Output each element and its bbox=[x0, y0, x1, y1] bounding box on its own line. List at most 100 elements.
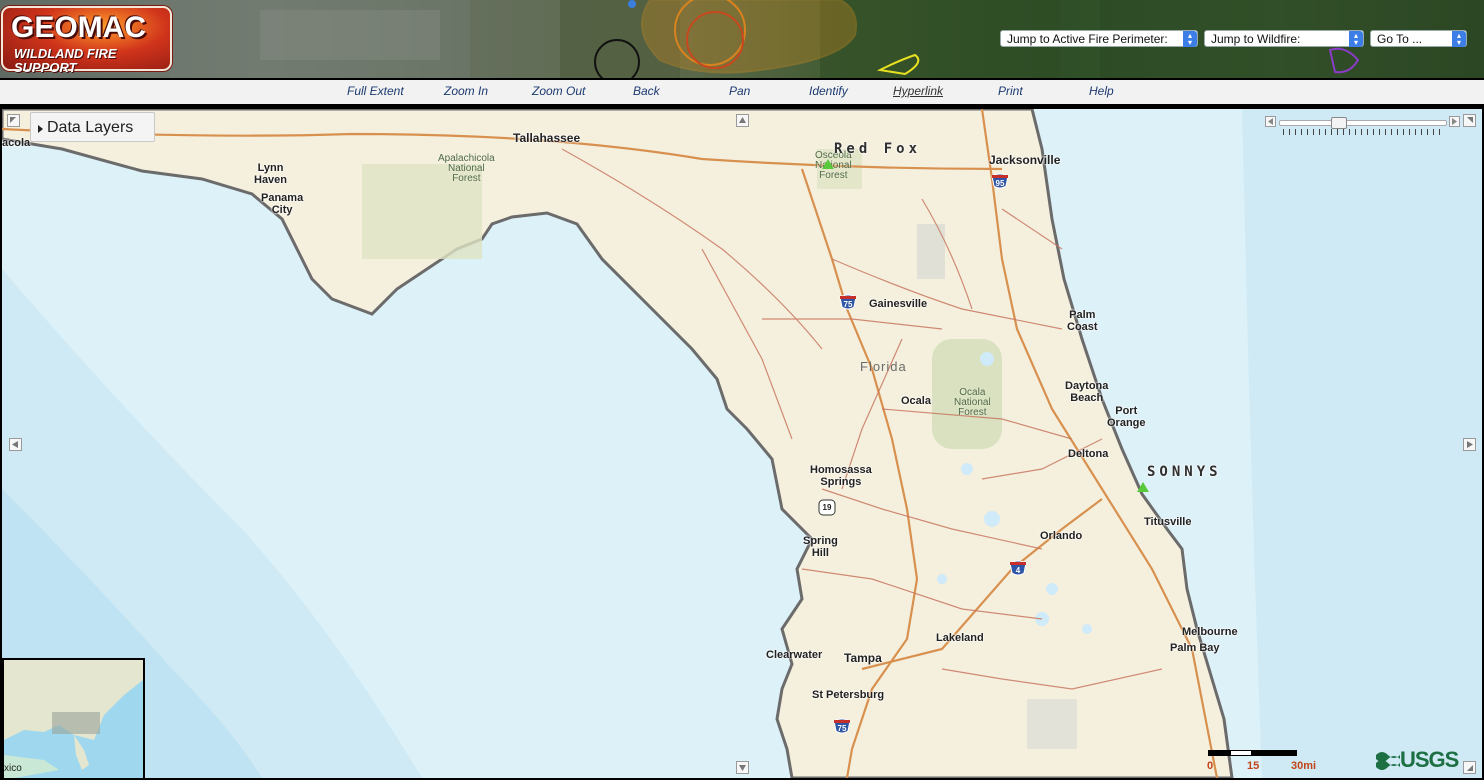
city-gainesville: Gainesville bbox=[869, 298, 928, 310]
us-highway-shield-icon: 19 bbox=[818, 499, 836, 516]
zoom-slider-thumb[interactable] bbox=[1331, 117, 1347, 129]
zoom-slider-track[interactable] bbox=[1279, 120, 1447, 126]
select-arrows-icon: ▴ ▾ bbox=[1452, 31, 1466, 47]
scale-label-15: 15 bbox=[1247, 760, 1260, 772]
arrow-northwest-icon bbox=[10, 117, 16, 123]
forest-label-ocala: Ocala National Forest bbox=[954, 387, 991, 418]
pan-northwest-button[interactable] bbox=[7, 114, 20, 127]
usgs-wave-icon bbox=[1376, 752, 1400, 770]
fire-label-sonnys[interactable]: SONNYS bbox=[1147, 465, 1222, 479]
city-spring-hill: Spring Hill bbox=[803, 535, 838, 559]
usgs-logo[interactable]: USGS bbox=[1376, 746, 1466, 776]
arrow-right-icon bbox=[1467, 441, 1473, 448]
select-arrows-icon: ▴ ▾ bbox=[1349, 31, 1363, 47]
city-tallahassee: Tallahassee bbox=[513, 131, 581, 145]
expand-triangle-icon bbox=[38, 125, 43, 133]
overview-extent-box bbox=[52, 712, 100, 734]
city-tampa: Tampa bbox=[844, 651, 882, 665]
us-highway-number: 19 bbox=[822, 503, 832, 512]
city-palm-bay: Palm Bay bbox=[1170, 642, 1220, 654]
state-label-florida: Florida bbox=[860, 359, 907, 374]
wildfire-select[interactable]: Jump to Wildfire: ▴ ▾ bbox=[1204, 30, 1364, 47]
usgs-logo-text: USGS bbox=[1400, 747, 1459, 772]
go-to-select[interactable]: Go To ... ▴ ▾ bbox=[1370, 30, 1467, 47]
scale-label-30mi: 30mi bbox=[1291, 760, 1317, 772]
city-lakeland: Lakeland bbox=[936, 632, 984, 644]
overview-map[interactable]: xico bbox=[2, 658, 145, 778]
pan-tool[interactable]: Pan bbox=[729, 83, 750, 99]
forest-label-apalachicola: Apalachicola National Forest bbox=[438, 153, 495, 184]
scale-segment bbox=[1230, 750, 1252, 756]
zoom-slider-ticks bbox=[1283, 129, 1443, 135]
arrow-up-icon bbox=[739, 117, 746, 123]
city-orlando: Orlando bbox=[1040, 530, 1083, 542]
city-melbourne: Melbourne bbox=[1182, 626, 1238, 638]
help-tool[interactable]: Help bbox=[1089, 83, 1114, 99]
interstate-shield-icon: 75 bbox=[839, 294, 857, 311]
wildfire-select-value: Jump to Wildfire: bbox=[1211, 32, 1301, 46]
fire-marker-icon[interactable] bbox=[822, 159, 834, 169]
active-fire-perimeter-select-value: Jump to Active Fire Perimeter: bbox=[1007, 32, 1168, 46]
go-to-select-value: Go To ... bbox=[1377, 32, 1423, 46]
active-fire-perimeter-select[interactable]: Jump to Active Fire Perimeter: ▴ ▾ bbox=[1000, 30, 1198, 47]
logo-title: GEOMAC bbox=[11, 11, 146, 44]
header-banner: GEOMAC WILDLAND FIRE SUPPORT Jump to Act… bbox=[0, 0, 1484, 78]
scale-segment bbox=[1208, 750, 1230, 756]
arrow-northeast-icon bbox=[1467, 117, 1473, 123]
logo-subtitle: WILDLAND FIRE SUPPORT bbox=[14, 46, 117, 75]
print-tool[interactable]: Print bbox=[998, 83, 1023, 99]
data-layers-label: Data Layers bbox=[47, 119, 134, 136]
full-extent-tool[interactable]: Full Extent bbox=[347, 83, 404, 99]
interstate-shield-icon: 75 bbox=[833, 718, 851, 735]
pan-east-button[interactable] bbox=[1463, 438, 1476, 451]
interstate-shield-icon: 4 bbox=[1009, 560, 1027, 577]
zoom-out-tool[interactable]: Zoom Out bbox=[532, 83, 585, 99]
select-arrows-icon: ▴ ▾ bbox=[1183, 31, 1197, 47]
scale-segment bbox=[1252, 750, 1297, 756]
arrow-right-icon bbox=[1452, 118, 1457, 125]
map-toolbar: Full Extent Zoom In Zoom Out Back Pan Id… bbox=[0, 78, 1484, 104]
city-daytona-beach: Daytona Beach bbox=[1065, 380, 1109, 404]
arrow-down-icon bbox=[739, 765, 746, 771]
city-homosassa-springs: Homosassa Springs bbox=[810, 464, 872, 488]
pan-south-button[interactable] bbox=[736, 761, 749, 774]
overview-basemap bbox=[4, 660, 143, 778]
zoom-slider[interactable] bbox=[1265, 116, 1461, 140]
pan-northeast-button[interactable] bbox=[1463, 114, 1476, 127]
identify-tool[interactable]: Identify bbox=[809, 83, 848, 99]
basemap bbox=[2, 109, 1482, 778]
city-port-orange: Port Orange bbox=[1107, 405, 1146, 429]
interstate-number: 4 bbox=[1015, 566, 1021, 575]
fire-label-red-fox[interactable]: Red Fox bbox=[834, 142, 921, 156]
zoom-slider-right-button[interactable] bbox=[1449, 116, 1460, 127]
pan-north-button[interactable] bbox=[736, 114, 749, 127]
city-lynn-haven: Lynn Haven bbox=[254, 162, 288, 186]
city-ocala: Ocala bbox=[901, 395, 931, 407]
city-st-petersburg: St Petersburg bbox=[812, 689, 885, 701]
interstate-shield-icon: 95 bbox=[991, 173, 1009, 190]
map-view[interactable]: Apalachicola National Forest Osceola Nat… bbox=[0, 107, 1484, 780]
back-tool[interactable]: Back bbox=[633, 83, 660, 99]
zoom-slider-left-button[interactable] bbox=[1265, 116, 1276, 127]
scale-label-0: 0 bbox=[1207, 760, 1214, 772]
city-titusville: Titusville bbox=[1144, 516, 1192, 528]
city-pensacola: acola bbox=[2, 137, 31, 149]
city-deltona: Deltona bbox=[1068, 448, 1109, 460]
zoom-in-tool[interactable]: Zoom In bbox=[444, 83, 488, 99]
pan-west-button[interactable] bbox=[9, 438, 22, 451]
arrow-left-icon bbox=[1268, 118, 1273, 125]
geomac-logo[interactable]: GEOMAC WILDLAND FIRE SUPPORT bbox=[1, 6, 172, 75]
city-clearwater: Clearwater bbox=[766, 649, 823, 661]
city-jacksonville: Jacksonville bbox=[989, 153, 1061, 167]
fire-marker-icon[interactable] bbox=[1137, 482, 1149, 492]
hyperlink-tool[interactable]: Hyperlink bbox=[893, 83, 943, 99]
interstate-number: 75 bbox=[837, 724, 847, 733]
arrow-left-icon bbox=[12, 441, 18, 448]
overview-label: xico bbox=[4, 763, 22, 774]
scale-bar: 0 15 30mi bbox=[1207, 748, 1317, 778]
city-panama-city: Panama City bbox=[261, 192, 304, 216]
data-layers-button[interactable]: Data Layers bbox=[30, 112, 155, 142]
interstate-number: 95 bbox=[995, 179, 1005, 188]
interstate-number: 75 bbox=[843, 300, 853, 309]
city-palm-coast: Palm Coast bbox=[1067, 309, 1098, 333]
